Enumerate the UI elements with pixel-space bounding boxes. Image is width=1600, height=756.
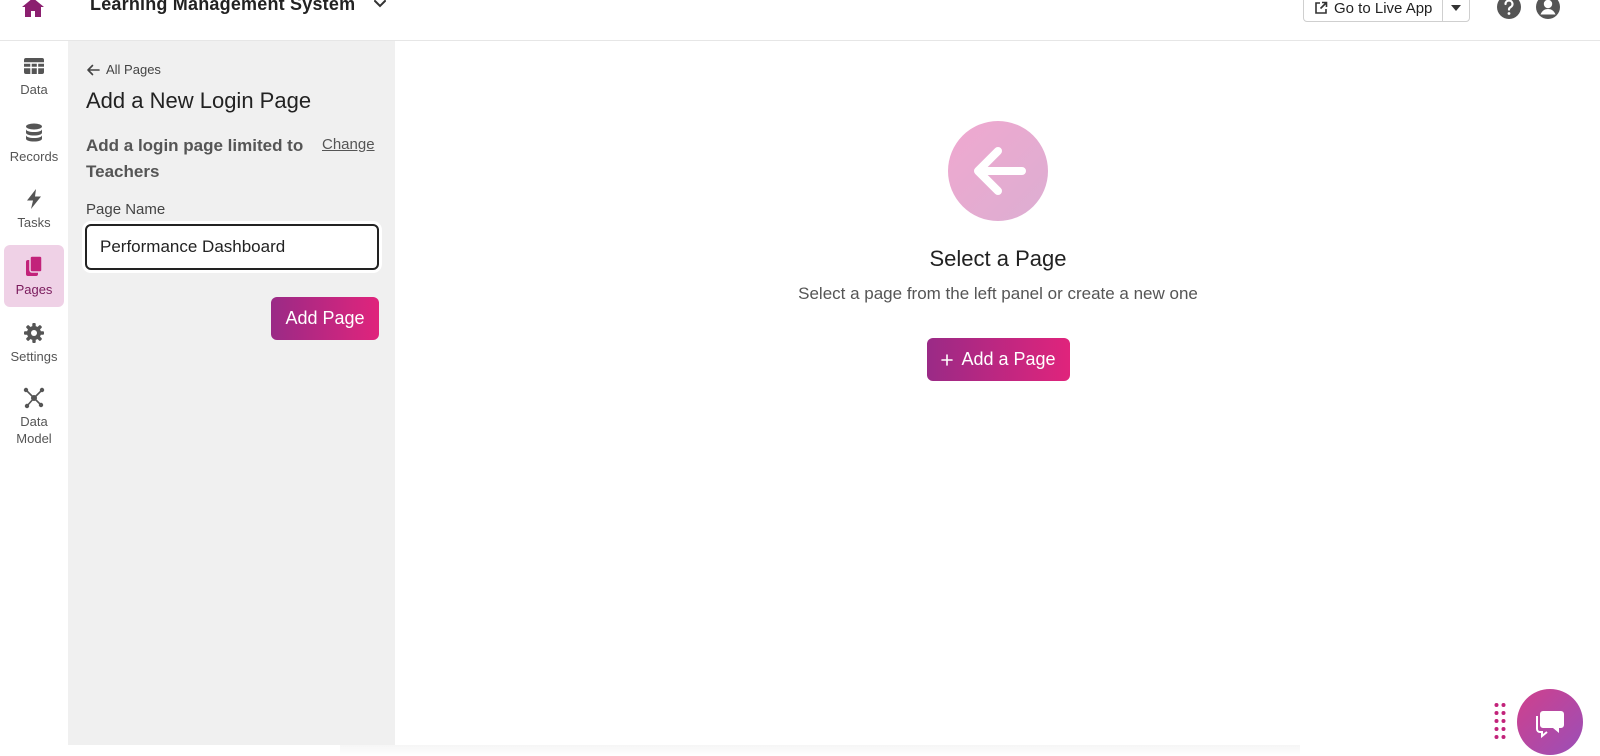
nav-rail: Data Records Tasks Pages Settings Data M… bbox=[0, 41, 68, 756]
table-icon bbox=[24, 57, 44, 74]
go-to-live-app-label: Go to Live App bbox=[1334, 0, 1433, 17]
arrow-left-icon bbox=[87, 64, 100, 75]
go-to-live-app-button[interactable]: Go to Live App bbox=[1304, 0, 1442, 21]
nav-item-label: Tasks bbox=[17, 214, 51, 230]
nav-item-label: Pages bbox=[15, 281, 53, 297]
nav-item-label: Records bbox=[9, 148, 59, 164]
back-link-label: All Pages bbox=[106, 62, 161, 77]
external-link-icon bbox=[1315, 1, 1328, 14]
nav-item-label: Settings bbox=[10, 348, 58, 364]
drag-handle-icon[interactable] bbox=[1493, 702, 1507, 740]
top-bar: Learning Management System Go to Live Ap… bbox=[0, 0, 1600, 41]
chat-icon bbox=[1536, 711, 1564, 739]
lightning-icon bbox=[27, 188, 41, 209]
nav-item-data[interactable]: Data bbox=[4, 45, 64, 107]
change-role-link[interactable]: Change bbox=[322, 136, 375, 153]
app-title[interactable]: Learning Management System bbox=[90, 0, 355, 15]
empty-state-subtitle: Select a page from the left panel or cre… bbox=[798, 284, 1198, 303]
pages-icon bbox=[26, 254, 43, 276]
page-name-label: Page Name bbox=[86, 201, 166, 218]
user-avatar-icon[interactable] bbox=[1535, 0, 1561, 20]
add-a-page-label: Add a Page bbox=[961, 349, 1056, 369]
arrow-left-icon bbox=[974, 147, 1026, 195]
go-to-live-app-group: Go to Live App bbox=[1303, 0, 1471, 22]
main-content: Select a Page Select a page from the lef… bbox=[395, 41, 1600, 756]
network-icon bbox=[23, 387, 45, 409]
back-to-all-pages-link[interactable]: All Pages bbox=[86, 62, 161, 77]
nav-item-label: Data bbox=[20, 81, 48, 97]
nav-item-data-model[interactable]: Data Model bbox=[4, 378, 64, 456]
nav-item-settings[interactable]: Settings bbox=[4, 312, 64, 374]
help-icon[interactable] bbox=[1496, 0, 1522, 20]
add-a-page-button[interactable]: Add a Page bbox=[927, 338, 1070, 381]
page-name-input[interactable] bbox=[82, 221, 382, 273]
chat-support-button[interactable] bbox=[1517, 689, 1583, 755]
empty-state-title: Select a Page bbox=[929, 246, 1067, 271]
nav-item-pages[interactable]: Pages bbox=[4, 245, 64, 307]
login-limit-text: Add a login page limited to bbox=[86, 136, 304, 155]
login-limit-description: Add a login page limited to Teachers bbox=[86, 133, 326, 185]
database-icon bbox=[26, 123, 42, 141]
nav-item-records[interactable]: Records bbox=[4, 112, 64, 174]
nav-item-label: Data Model bbox=[16, 414, 52, 446]
home-icon[interactable] bbox=[20, 0, 46, 18]
gear-icon bbox=[24, 322, 44, 343]
login-limit-role: Teachers bbox=[86, 162, 160, 181]
panel-title: Add a New Login Page bbox=[86, 88, 312, 113]
bottom-shadow bbox=[340, 745, 1300, 756]
select-page-illustration bbox=[948, 121, 1048, 221]
nav-item-tasks[interactable]: Tasks bbox=[4, 178, 64, 240]
plus-icon bbox=[941, 353, 954, 366]
live-app-dropdown-button[interactable] bbox=[1442, 0, 1469, 21]
chevron-down-icon[interactable] bbox=[372, 0, 388, 12]
add-login-page-panel: All Pages Add a New Login Page Add a log… bbox=[68, 41, 395, 745]
add-page-button[interactable]: Add Page bbox=[271, 297, 379, 340]
caret-down-icon bbox=[1451, 5, 1462, 11]
